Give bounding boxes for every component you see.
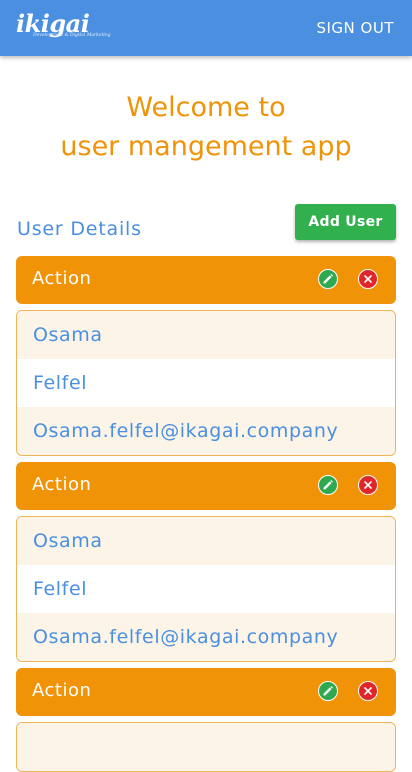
edit-user-button[interactable] <box>318 681 338 701</box>
close-icon <box>364 687 372 695</box>
email-row: Osama.felfel@ikagai.company <box>17 613 395 661</box>
first-name-row <box>17 723 395 771</box>
top-app-bar: ikigai Development & Digital Marketing S… <box>0 0 412 56</box>
user-card: Action Osama Felfel Osama.felfel@ikagai.… <box>16 462 396 662</box>
delete-user-button[interactable] <box>358 475 378 495</box>
ikigai-logo[interactable]: ikigai Development & Digital Marketing <box>16 10 116 46</box>
user-card-header: Action <box>16 256 396 304</box>
user-card-header: Action <box>16 668 396 716</box>
welcome-line-2: user mangement app <box>60 131 352 162</box>
delete-user-button[interactable] <box>358 269 378 289</box>
user-card-header: Action <box>16 462 396 510</box>
close-icon <box>364 275 372 283</box>
welcome-line-1: Welcome to <box>126 92 286 123</box>
sign-out-button[interactable]: SIGN OUT <box>316 16 394 40</box>
user-details-list: Osama Felfel Osama.felfel@ikagai.company <box>16 516 396 662</box>
action-label: Action <box>32 474 92 495</box>
last-name-row: Felfel <box>33 372 88 394</box>
section-title: User Details <box>17 218 142 240</box>
welcome-heading: Welcome to user mangement app <box>0 88 412 166</box>
user-details-list: Osama Felfel Osama.felfel@ikagai.company <box>16 310 396 456</box>
edit-user-button[interactable] <box>318 475 338 495</box>
action-label: Action <box>32 268 92 289</box>
pencil-icon <box>323 480 333 490</box>
logo-tagline: Development & Digital Marketing <box>33 33 111 38</box>
action-label: Action <box>32 680 92 701</box>
pencil-icon <box>323 686 333 696</box>
edit-user-button[interactable] <box>318 269 338 289</box>
close-icon <box>364 481 372 489</box>
add-user-button[interactable]: Add User <box>295 204 396 240</box>
delete-user-button[interactable] <box>358 681 378 701</box>
user-details-list <box>16 722 396 772</box>
user-card: Action Osama Felfel Osama.felfel@ikagai.… <box>16 256 396 456</box>
pencil-icon <box>323 274 333 284</box>
first-name-row: Osama <box>17 517 395 565</box>
email-row: Osama.felfel@ikagai.company <box>17 407 395 455</box>
first-name-row: Osama <box>17 311 395 359</box>
user-card: Action <box>16 668 396 772</box>
last-name-row: Felfel <box>33 578 88 600</box>
